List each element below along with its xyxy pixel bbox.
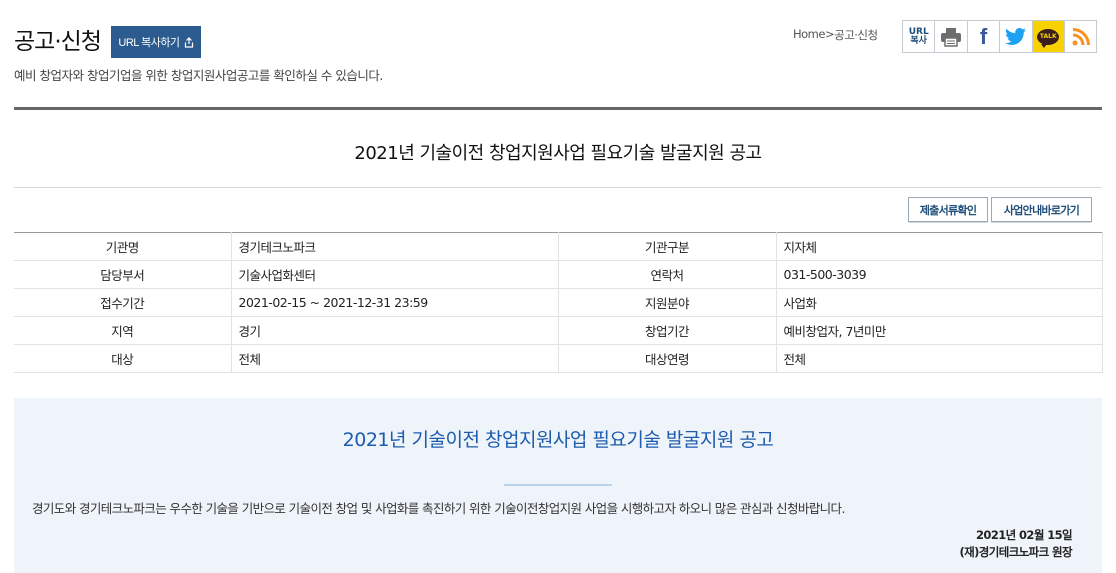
breadcrumb-current: 공고·신청 (834, 28, 878, 42)
table-value: 031-500-3039 (775, 260, 1103, 289)
share-url-copy-button[interactable]: URL 복사 (902, 20, 936, 53)
kakaotalk-share-button[interactable]: TALK (1031, 20, 1065, 53)
top-divider (14, 107, 1102, 110)
info-table: 기관명 경기테크노파크 기관구분 지자체 담당부서 기술사업화센터 연락처 031-500-3… (14, 232, 1103, 373)
check-documents-button[interactable]: 제출서류확인 (908, 197, 988, 222)
table-label: 지원분야 (558, 288, 776, 317)
table-label: 지역 (14, 316, 231, 345)
table-value: 전체 (775, 344, 1103, 373)
table-label: 담당부서 (14, 260, 231, 289)
page-title: 공고·신청 (14, 29, 102, 55)
title-divider (14, 187, 1102, 188)
url-copy-text-line2: 복사 (910, 35, 927, 46)
breadcrumb-separator: > (824, 27, 835, 41)
page-subtitle: 예비 창업자와 창업기업을 위한 창업지원사업공고를 확인하실 수 있습니다. (14, 68, 383, 83)
kakaotalk-icon: TALK (1037, 28, 1060, 48)
breadcrumb: Home > 공고·신청 (793, 27, 878, 43)
table-value: 2021-02-15 ~ 2021-12-31 23:59 (230, 288, 559, 317)
table-value: 기술사업화센터 (230, 260, 559, 289)
print-button[interactable] (934, 20, 968, 53)
content-title: 2021년 기술이전 창업지원사업 필요기술 발굴지원 공고 (342, 429, 774, 451)
business-info-button[interactable]: 사업안내바로가기 (991, 197, 1092, 222)
share-icon (184, 36, 193, 48)
content-signature: (재)경기테크노파크 원장 (959, 545, 1072, 559)
table-value: 경기 (230, 316, 559, 345)
table-value: 예비창업자, 7년미만 (775, 316, 1103, 345)
table-value: 지자체 (775, 232, 1103, 261)
content-body: 경기도와 경기테크노파크는 우수한 기술을 기반으로 기술이전 창업 및 사업화… (32, 501, 845, 516)
twitter-share-button[interactable] (999, 20, 1033, 53)
content-date: 2021년 02월 15일 (976, 528, 1073, 542)
table-value: 경기테크노파크 (230, 232, 559, 261)
table-value: 전체 (230, 344, 559, 373)
table-value: 사업화 (775, 288, 1103, 317)
table-row: 기관명 경기테크노파크 기관구분 지자체 (14, 232, 1103, 261)
rss-icon (1072, 27, 1090, 45)
facebook-icon: f (979, 23, 988, 49)
table-row: 담당부서 기술사업화센터 연락처 031-500-3039 (14, 260, 1103, 289)
table-label: 대상연령 (558, 344, 776, 373)
content-box: 2021년 기술이전 창업지원사업 필요기술 발굴지원 공고 경기도와 경기테크… (14, 398, 1102, 573)
table-label: 연락처 (558, 260, 776, 289)
share-bar: URL 복사 f TALK (902, 20, 1098, 53)
print-icon (941, 27, 962, 47)
table-label: 기관명 (14, 232, 231, 261)
table-label: 대상 (14, 344, 231, 373)
notice-title: 2021년 기술이전 창업지원사업 필요기술 발굴지원 공고 (354, 143, 762, 164)
table-label: 창업기간 (558, 316, 776, 345)
table-label: 기관구분 (558, 232, 776, 261)
table-row: 지역 경기 창업기간 예비창업자, 7년미만 (14, 316, 1103, 345)
table-row: 접수기간 2021-02-15 ~ 2021-12-31 23:59 지원분야 사업화 (14, 288, 1103, 317)
twitter-icon (1005, 27, 1026, 45)
url-copy-label: URL 복사하기 (118, 37, 180, 49)
url-copy-button[interactable]: URL 복사하기 (111, 26, 201, 58)
breadcrumb-home[interactable]: Home (793, 27, 825, 43)
facebook-share-button[interactable]: f (966, 20, 1001, 53)
content-divider (504, 484, 612, 486)
table-row: 대상 전체 대상연령 전체 (14, 344, 1103, 373)
table-label: 접수기간 (14, 288, 231, 317)
rss-button[interactable] (1063, 20, 1098, 53)
url-copy-icon: URL 복사 (909, 27, 929, 46)
